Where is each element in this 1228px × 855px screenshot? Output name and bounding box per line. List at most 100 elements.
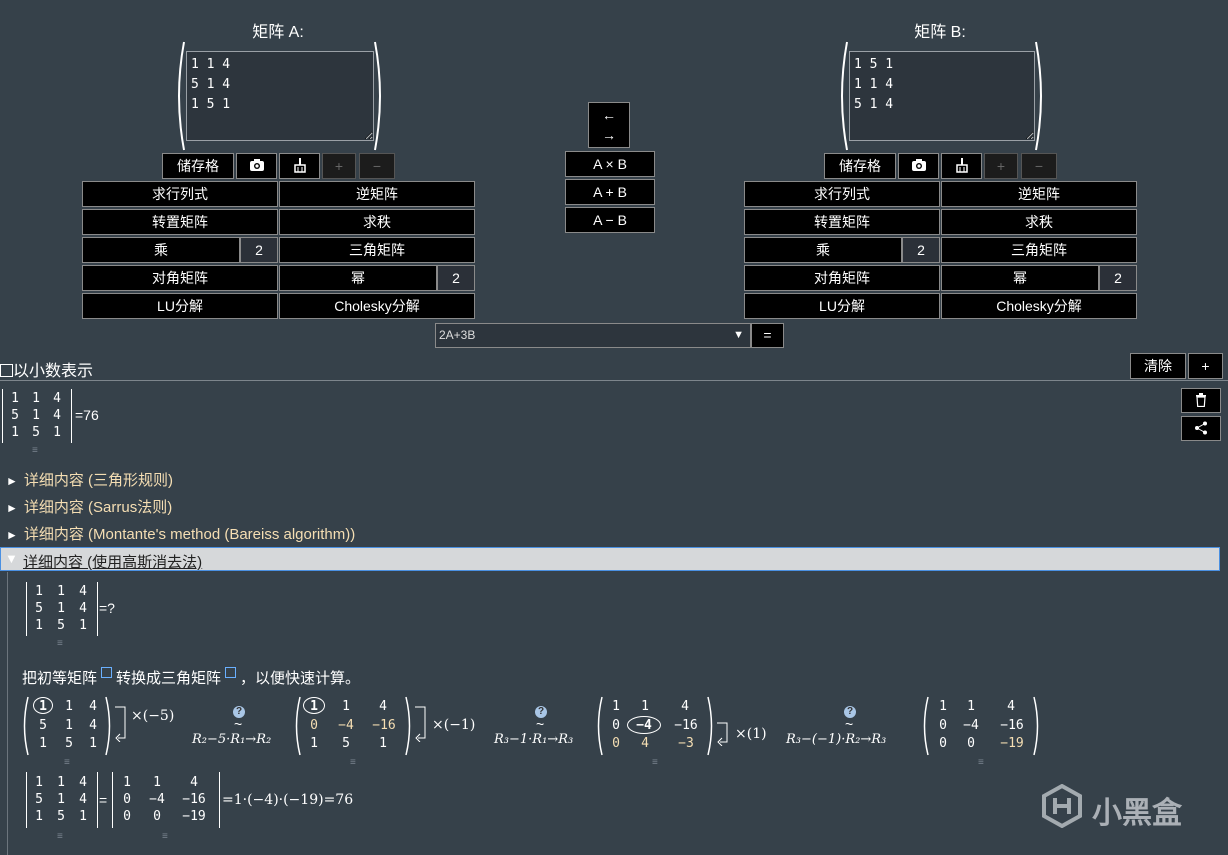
- detail-triangle-rule[interactable]: ► 详细内容 (三角形规则): [6, 469, 173, 490]
- matrix-a-remove-row-button[interactable]: −: [359, 153, 395, 179]
- matrix-a-triangular-button[interactable]: 三角矩阵: [279, 237, 475, 263]
- broom-icon: [955, 158, 968, 173]
- matrix-a-lu-button[interactable]: LU分解: [82, 293, 278, 319]
- matrix-b-det-button[interactable]: 求行列式: [744, 181, 940, 207]
- trash-icon: [1196, 393, 1206, 407]
- matrix-a-cholesky-button[interactable]: Cholesky分解: [279, 293, 475, 319]
- external-link-icon[interactable]: [101, 667, 113, 678]
- matrix-b-transpose-button[interactable]: 转置矩阵: [744, 209, 940, 235]
- matrix-b-clear-button[interactable]: [941, 153, 982, 179]
- a-minus-b-button[interactable]: A − B: [565, 207, 655, 233]
- right-paren-icon: [105, 696, 111, 756]
- matrix-b-lu-button[interactable]: LU分解: [744, 293, 940, 319]
- cell: −16: [674, 718, 698, 733]
- matrix-b-diagonal-button[interactable]: 对角矩阵: [744, 265, 940, 291]
- share-result-button[interactable]: [1181, 416, 1221, 441]
- matrix-a-power-button[interactable]: 幂: [279, 265, 437, 291]
- cell: 5: [39, 718, 47, 733]
- matrix-a-power-input[interactable]: 2: [437, 265, 475, 291]
- matrix-b-triangular-button[interactable]: 三角矩阵: [941, 237, 1137, 263]
- gauss-step2-matrix: 1 1 4 0 −4 −16 1 5 1: [292, 696, 416, 756]
- swap-matrices-button[interactable]: ← →: [588, 102, 630, 148]
- matrix-a-rank-button[interactable]: 求秩: [279, 209, 475, 235]
- matrix-a-store-button[interactable]: 储存格: [162, 153, 234, 179]
- menu-lines-icon[interactable]: ≡: [978, 757, 984, 768]
- expand-arrow-icon: ►: [6, 528, 18, 542]
- cell: 0: [939, 736, 947, 751]
- decimal-label: 以小数表示: [13, 363, 94, 380]
- a-times-b-button[interactable]: A × B: [565, 151, 655, 177]
- clear-results-button[interactable]: 清除: [1130, 353, 1186, 379]
- menu-lines-icon[interactable]: ≡: [32, 445, 38, 456]
- decimal-option[interactable]: 以小数表示: [0, 357, 93, 381]
- menu-lines-icon[interactable]: ≡: [162, 831, 168, 842]
- decimal-checkbox[interactable]: [0, 364, 13, 377]
- matrix-b-multiply-input[interactable]: 2: [902, 237, 940, 263]
- menu-lines-icon[interactable]: ≡: [652, 757, 658, 768]
- right-paren-icon: [1033, 696, 1039, 756]
- menu-lines-icon[interactable]: ≡: [64, 757, 70, 768]
- gauss-question: =?: [99, 600, 115, 616]
- matrix-b-multiply-button[interactable]: 乘: [744, 237, 902, 263]
- cell: 1: [310, 699, 318, 714]
- step2-multiplier: ×(−1): [432, 717, 476, 733]
- matrix-a-camera-button[interactable]: [236, 153, 277, 179]
- logo-icon: [1042, 784, 1082, 828]
- cell: 5: [35, 601, 43, 616]
- matrix-a-diagonal-button[interactable]: 对角矩阵: [82, 265, 278, 291]
- matrix-b-remove-row-button[interactable]: −: [1021, 153, 1057, 179]
- step2-row-operation: R₃−1·R₁→R₃: [494, 732, 574, 747]
- matrix-a-transpose-button[interactable]: 转置矩阵: [82, 209, 278, 235]
- cell: 5: [57, 809, 65, 824]
- watermark-text: 小黑盒: [1092, 797, 1182, 830]
- gauss-step4-matrix: 1 1 4 0 −4 −16 0 0 −19: [920, 696, 1044, 756]
- step3-row-operation: R₃−(−1)·R₂→R₃: [786, 732, 887, 747]
- matrix-b-power-input[interactable]: 2: [1099, 265, 1137, 291]
- expression-value: 2A+3B: [439, 328, 476, 342]
- cell: 0: [153, 809, 161, 824]
- menu-lines-icon[interactable]: ≡: [57, 831, 63, 842]
- matrix-a-det-button[interactable]: 求行列式: [82, 181, 278, 207]
- gauss-step1-matrix: 1 1 4 5 1 4 1 5 1: [20, 696, 116, 756]
- external-link-icon[interactable]: [225, 667, 237, 678]
- matrix-b-rank-button[interactable]: 求秩: [941, 209, 1137, 235]
- expression-select[interactable]: 2A+3B ▼: [435, 323, 751, 348]
- delete-result-button[interactable]: [1181, 388, 1221, 413]
- cell: 0: [967, 736, 975, 751]
- detail-montante-method[interactable]: ► 详细内容 (Montante's method (Bareiss algori…: [6, 523, 355, 544]
- tilde: ~: [536, 716, 545, 732]
- matrix-b-inverse-button[interactable]: 逆矩阵: [941, 181, 1137, 207]
- matrix-a-input[interactable]: [186, 51, 374, 141]
- detail-gaussian-elimination[interactable]: ▼ 详细内容 (使用高斯消去法): [0, 547, 1220, 571]
- collapse-arrow-icon: ▼: [5, 551, 18, 566]
- matrix-b-cholesky-button[interactable]: Cholesky分解: [941, 293, 1137, 319]
- cell: 1: [57, 792, 65, 807]
- matrix-a-inverse-button[interactable]: 逆矩阵: [279, 181, 475, 207]
- matrix-b-store-button[interactable]: 储存格: [824, 153, 896, 179]
- matrix-b-add-row-button[interactable]: +: [984, 153, 1018, 179]
- matrix-b-input[interactable]: [849, 51, 1035, 141]
- a-plus-b-button[interactable]: A + B: [565, 179, 655, 205]
- cell: 1: [89, 736, 97, 751]
- matrix-b-power-button[interactable]: 幂: [941, 265, 1099, 291]
- detail-sarrus-rule[interactable]: ► 详细内容 (Sarrus法则): [6, 496, 172, 517]
- matrix-a-clear-button[interactable]: [279, 153, 320, 179]
- expression-equals-button[interactable]: =: [751, 323, 784, 348]
- matrix-a-multiply-input[interactable]: 2: [240, 237, 278, 263]
- cell: −16: [1000, 718, 1024, 733]
- matrix-a-multiply-button[interactable]: 乘: [82, 237, 240, 263]
- matrix-b-camera-button[interactable]: [898, 153, 939, 179]
- matrix-a-add-row-button[interactable]: +: [322, 153, 356, 179]
- cell: 5: [32, 425, 40, 440]
- cell: 1: [79, 618, 87, 633]
- menu-lines-icon[interactable]: ≡: [57, 638, 63, 649]
- gauss-final-original-determinant: 1 1 4 5 1 4 1 5 1: [26, 772, 98, 828]
- add-button[interactable]: +: [1188, 353, 1223, 379]
- left-paren-icon: [23, 696, 29, 756]
- cell: 1: [11, 425, 19, 440]
- step1-multiplier: ×(−5): [131, 708, 175, 724]
- cell: −16: [182, 792, 206, 807]
- menu-lines-icon[interactable]: ≡: [350, 757, 356, 768]
- cell: 5: [65, 736, 73, 751]
- cell: 0: [612, 736, 620, 751]
